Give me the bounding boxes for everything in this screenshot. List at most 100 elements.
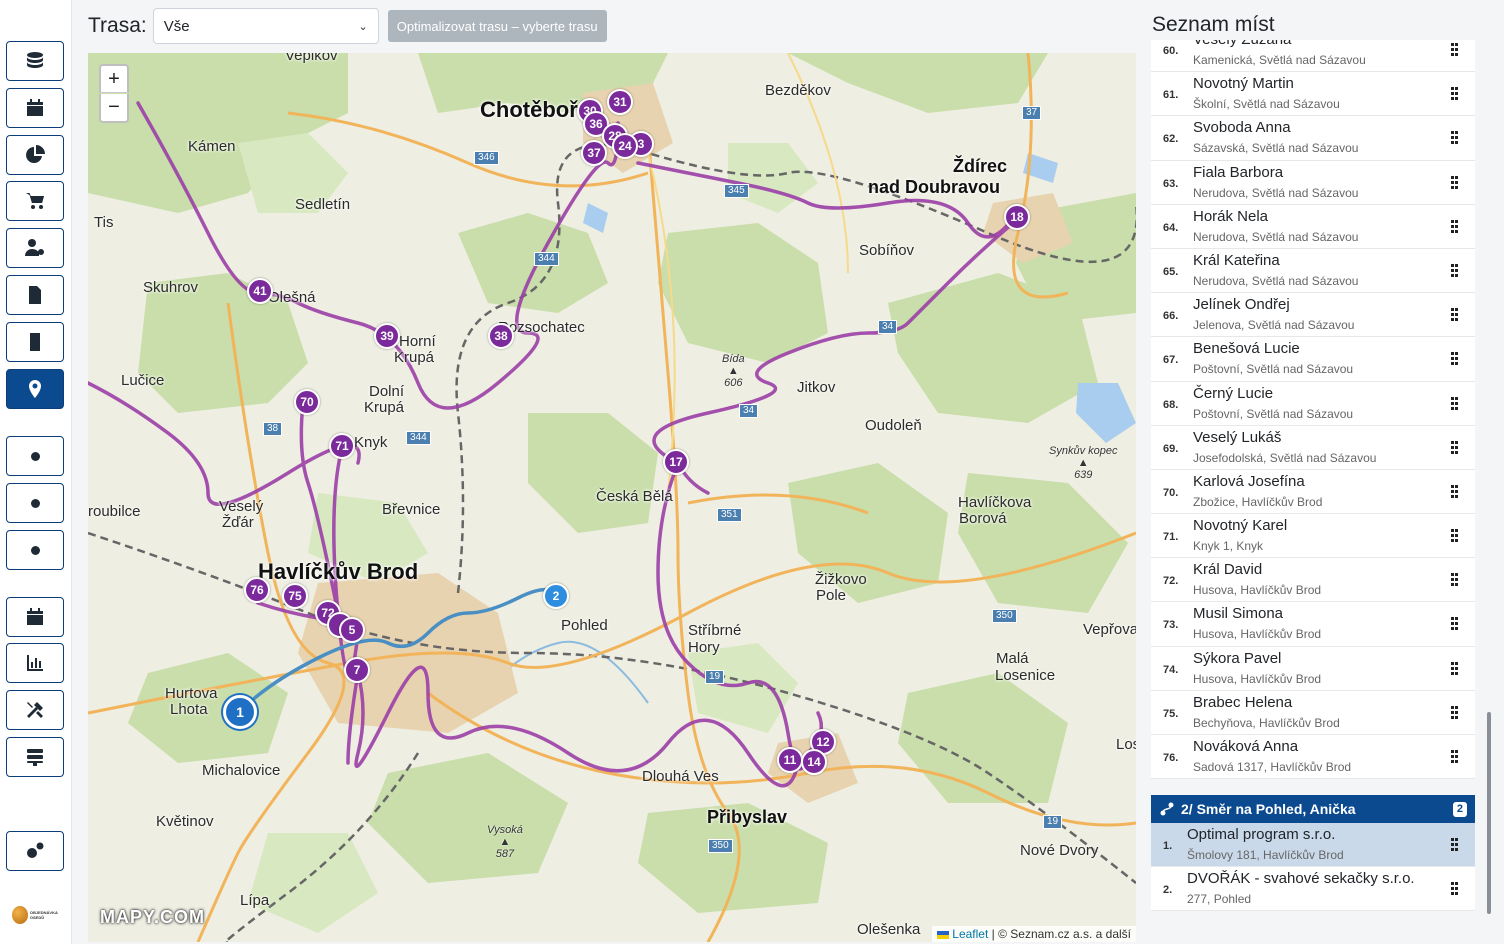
sidebar-item-tools[interactable] xyxy=(6,690,64,730)
map-marker[interactable]: 24 xyxy=(612,133,638,159)
places-list[interactable]: 60.Veselý ZuzanaKamenická, Světlá nad Sá… xyxy=(1151,40,1475,780)
route-select[interactable]: Vše ⌄ xyxy=(152,8,379,44)
list-item[interactable]: 75. Brabec Helena Bechyňova, Havlíčkův Bro… xyxy=(1151,690,1475,735)
sidebar-item-stats[interactable] xyxy=(6,643,64,683)
sidebar-item-dot-1[interactable] xyxy=(6,436,64,476)
town-label: Los xyxy=(1116,736,1136,753)
list-item[interactable]: 76. Nováková Anna Sadová 1317, Havlíčkův B… xyxy=(1151,735,1475,780)
drag-handle-icon[interactable] xyxy=(1451,43,1461,57)
drag-handle-icon[interactable] xyxy=(1451,617,1461,631)
drag-handle-icon[interactable] xyxy=(1451,308,1461,322)
drag-handle-icon[interactable] xyxy=(1451,750,1461,764)
list-item[interactable]: 65. Král Kateřina Nerudova, Světlá nad Sáz… xyxy=(1151,248,1475,294)
list-item[interactable]: 61. Novotný Martin Školní, Světlá nad Sáza… xyxy=(1151,72,1475,117)
leaflet-link[interactable]: Leaflet xyxy=(952,927,988,941)
sidebar-item-dot-2[interactable] xyxy=(6,483,64,523)
map-marker[interactable]: 71 xyxy=(329,433,355,459)
town-label: Břevnice xyxy=(382,501,441,518)
sidebar-item-server[interactable] xyxy=(6,737,64,777)
sidebar-item-calendar[interactable] xyxy=(6,88,64,128)
server-icon xyxy=(27,749,43,766)
sidebar-item-database[interactable] xyxy=(6,41,64,81)
map-marker[interactable]: 14 xyxy=(801,749,827,775)
map-marker[interactable]: 37 xyxy=(581,140,607,166)
drag-handle-icon[interactable] xyxy=(1451,131,1461,145)
map-marker[interactable]: 31 xyxy=(607,89,633,115)
map-marker[interactable]: 18 xyxy=(1004,204,1030,230)
list-item[interactable]: 74. Sýkora Pavel Husova, Havlíčkův Brod xyxy=(1151,646,1475,691)
chevron-down-icon: ⌄ xyxy=(358,20,368,33)
drag-handle-icon[interactable] xyxy=(1451,705,1461,720)
drag-handle-icon[interactable] xyxy=(1451,529,1461,543)
town-label: Tis xyxy=(94,214,114,231)
map-view[interactable]: 346 37 345 344 34 38 344 34 351 350 19 3… xyxy=(88,53,1136,942)
map-marker[interactable]: 11 xyxy=(777,747,803,773)
map-marker[interactable]: 39 xyxy=(374,323,400,349)
drag-handle-icon[interactable] xyxy=(1451,838,1461,852)
zoom-out-button[interactable]: − xyxy=(99,94,129,123)
drag-handle-icon[interactable] xyxy=(1451,882,1461,896)
list-item[interactable]: 73. Musil Simona Husova, Havlíčkův Brod xyxy=(1151,602,1475,647)
list-item[interactable]: 60.Veselý ZuzanaKamenická, Světlá nad Sá… xyxy=(1151,40,1475,73)
list-item[interactable]: 67. Benešová Lucie Poštovní, Světlá nad Sá… xyxy=(1151,337,1475,382)
list-item[interactable]: 64. Horák Nela Nerudova, Světlá nad Sázavo… xyxy=(1151,204,1475,249)
road-number: 346 xyxy=(474,151,499,165)
list-item[interactable]: 69. Veselý Lukáš Josefodolská, Světlá nad … xyxy=(1151,425,1475,470)
list-item[interactable]: 62. Svoboda Anna Sázavská, Světlá nad Sáza… xyxy=(1151,116,1475,161)
sidebar-item-users[interactable] xyxy=(6,228,64,268)
optimize-route-button[interactable]: Optimalizovat trasu – vyberte trasu xyxy=(387,10,607,42)
map-marker[interactable]: 17 xyxy=(663,449,689,475)
route-card-title: 2/ Směr na Pohled, Anička xyxy=(1181,801,1356,817)
list-item[interactable]: 71. Novotný Karel Knyk 1, Knyk xyxy=(1151,514,1475,559)
drag-handle-icon[interactable] xyxy=(1451,484,1461,499)
road-number: 34 xyxy=(739,404,759,418)
drag-handle-icon[interactable] xyxy=(1451,175,1461,190)
drag-handle-icon[interactable] xyxy=(1451,352,1461,366)
drag-handle-icon[interactable] xyxy=(1451,661,1461,676)
map-marker[interactable]: 5 xyxy=(339,617,365,643)
town-label: Žižkovo xyxy=(815,571,867,588)
map-marker[interactable]: 70 xyxy=(294,389,320,415)
list-item[interactable]: 66. Jelínek Ondřej Jelenova, Světlá nad Sá… xyxy=(1151,293,1475,338)
drag-handle-icon[interactable] xyxy=(1451,396,1461,411)
route-card-header[interactable]: 2/ Směr na Pohled, Anička 2 xyxy=(1151,795,1475,823)
list-item[interactable]: 63. Fiala Barbora Nerudova, Světlá nad Sáz… xyxy=(1151,160,1475,205)
sidebar-item-reports[interactable] xyxy=(6,135,64,175)
road-number: 38 xyxy=(263,422,283,436)
panel-scrollbar[interactable] xyxy=(1487,712,1491,914)
drag-handle-icon[interactable] xyxy=(1451,263,1461,278)
route-start-marker[interactable]: 1 xyxy=(223,695,257,729)
road-number: 345 xyxy=(724,184,749,198)
town-label: Michalovice xyxy=(202,762,281,779)
route-stop-item[interactable]: 1. Optimal program s.r.o. Šmolovy 181, H… xyxy=(1151,823,1475,867)
map-marker[interactable]: 41 xyxy=(247,278,273,304)
sidebar-item-dot-3[interactable] xyxy=(6,530,64,570)
sidebar-item-map[interactable] xyxy=(6,369,64,409)
list-item[interactable]: 68. Černý Lucie Poštovní, Světlá nad Sázav… xyxy=(1151,381,1475,426)
list-item[interactable]: 70. Karlová Josefína Zbožice, Havlíčkův Br… xyxy=(1151,469,1475,515)
route-stop-item[interactable]: 2. DVOŘÁK - svahové sekačky s.r.o. 277, … xyxy=(1151,867,1475,911)
drag-handle-icon[interactable] xyxy=(1451,440,1461,455)
map-attribution: Leaflet | © Seznam.cz a.s. a další xyxy=(931,926,1136,942)
sidebar-item-orders[interactable] xyxy=(6,181,64,221)
bar-chart-icon xyxy=(27,655,43,671)
route-stop-marker[interactable]: 2 xyxy=(543,583,569,609)
drag-handle-icon[interactable] xyxy=(1451,219,1461,234)
drag-handle-icon[interactable] xyxy=(1451,87,1461,101)
gears-icon xyxy=(27,842,44,858)
map-marker[interactable]: 76 xyxy=(244,577,270,603)
route-select-value: Vše xyxy=(163,17,190,35)
town-label: Jitkov xyxy=(797,379,836,396)
database-icon xyxy=(27,52,43,68)
list-item[interactable]: 72. Král David Husova, Havlíčkův Brod xyxy=(1151,558,1475,603)
sidebar-item-buildings[interactable] xyxy=(6,322,64,362)
zoom-in-button[interactable]: + xyxy=(99,64,129,93)
sidebar: OBJEDNÁVKA OSEDŮ xyxy=(0,0,72,944)
map-marker[interactable]: 75 xyxy=(282,583,308,609)
sidebar-item-schedule[interactable] xyxy=(6,597,64,637)
map-marker[interactable]: 38 xyxy=(488,323,514,349)
sidebar-item-settings[interactable] xyxy=(6,831,64,871)
map-marker[interactable]: 7 xyxy=(344,657,370,683)
drag-handle-icon[interactable] xyxy=(1451,573,1461,587)
sidebar-item-invoices[interactable] xyxy=(6,275,64,315)
